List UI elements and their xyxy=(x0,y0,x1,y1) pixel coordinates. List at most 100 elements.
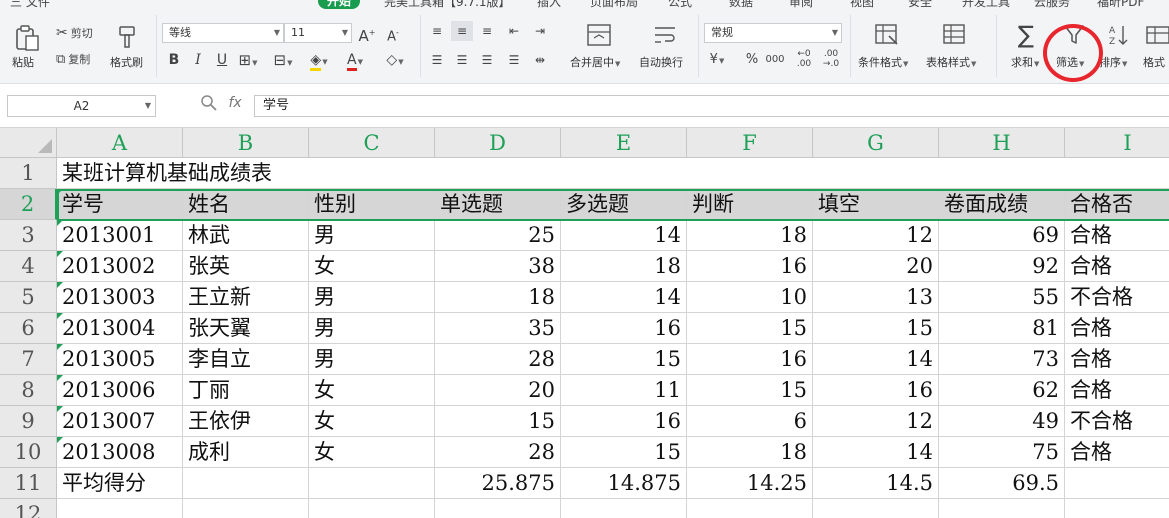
distributed-icon[interactable]: ⇹ xyxy=(529,50,551,70)
name-box[interactable]: A2 ▼ xyxy=(7,95,156,117)
indent-increase-icon[interactable]: ⇥ xyxy=(529,21,551,41)
indent-decrease-icon[interactable]: ⇤ xyxy=(503,21,525,41)
row-header-2[interactable]: 2 xyxy=(0,189,57,220)
menu-insert-tab[interactable]: 插入 xyxy=(537,0,561,9)
align-right-icon[interactable]: ☰ xyxy=(476,50,498,70)
cell-b10[interactable]: 成利 xyxy=(183,437,309,468)
zoom-search-icon[interactable] xyxy=(200,94,218,112)
align-center-icon[interactable]: ☰ xyxy=(451,50,473,70)
cell-i12[interactable] xyxy=(1065,499,1169,518)
menu-formula-tab[interactable]: 公式 xyxy=(668,0,692,9)
cell-i4[interactable]: 合格 xyxy=(1065,251,1169,282)
font-size-select[interactable]: 11 ▼ xyxy=(284,23,352,43)
cell-a8[interactable]: 2013006 xyxy=(57,375,183,406)
merge-center-button[interactable] xyxy=(584,21,614,49)
format-painter-button[interactable] xyxy=(112,23,142,51)
column-header-a[interactable]: A xyxy=(57,128,183,158)
menu-toolbox-tab[interactable]: 完美工具箱【9.7.1版】 xyxy=(384,0,511,9)
currency-icon[interactable]: ¥▼ xyxy=(706,50,728,70)
menu-developer-tab[interactable]: 开发工具 xyxy=(962,0,1010,9)
cell-b9[interactable]: 王依伊 xyxy=(183,406,309,437)
cell-b11[interactable] xyxy=(183,468,309,499)
cell-i5[interactable]: 不合格 xyxy=(1065,282,1169,313)
cell-d4[interactable]: 38 xyxy=(435,251,561,282)
column-header-i[interactable]: I xyxy=(1065,128,1169,158)
font-color-icon[interactable]: A▼ xyxy=(344,50,366,71)
bold-icon[interactable]: B xyxy=(163,50,185,70)
cell-f4[interactable]: 16 xyxy=(687,251,813,282)
menu-page-layout-tab[interactable]: 页面布局 xyxy=(590,0,638,9)
cell-e11[interactable]: 14.875 xyxy=(561,468,687,499)
menu-pdf-tab[interactable]: 福昕PDF xyxy=(1097,0,1144,9)
cell-i3[interactable]: 合格 xyxy=(1065,220,1169,251)
column-header-e[interactable]: E xyxy=(561,128,687,158)
cell-e3[interactable]: 14 xyxy=(561,220,687,251)
cell-a2[interactable]: 学号 xyxy=(57,189,183,220)
row-header-7[interactable]: 7 xyxy=(0,344,57,375)
cell-i6[interactable]: 合格 xyxy=(1065,313,1169,344)
format-button[interactable] xyxy=(1146,21,1169,49)
fill-color-icon[interactable]: ◈▼ xyxy=(308,50,330,71)
row-header-3[interactable]: 3 xyxy=(0,220,57,251)
cell-c4[interactable]: 女 xyxy=(309,251,435,282)
column-header-b[interactable]: B xyxy=(183,128,309,158)
cell-f7[interactable]: 16 xyxy=(687,344,813,375)
cell-h7[interactable]: 73 xyxy=(939,344,1065,375)
cell-h11[interactable]: 69.5 xyxy=(939,468,1065,499)
cell-h3[interactable]: 69 xyxy=(939,220,1065,251)
menu-review-tab[interactable]: 审阅 xyxy=(789,0,813,9)
row-header-5[interactable]: 5 xyxy=(0,282,57,313)
cell-h10[interactable]: 75 xyxy=(939,437,1065,468)
cell-d12[interactable] xyxy=(435,499,561,518)
cell-e9[interactable]: 16 xyxy=(561,406,687,437)
sheet-title-cell[interactable]: 某班计算机基础成绩表 xyxy=(57,158,1169,189)
cell-d6[interactable]: 35 xyxy=(435,313,561,344)
cell-c3[interactable]: 男 xyxy=(309,220,435,251)
cell-i8[interactable]: 合格 xyxy=(1065,375,1169,406)
cell-b6[interactable]: 张天翼 xyxy=(183,313,309,344)
cell-a11[interactable]: 平均得分 xyxy=(57,468,183,499)
number-format-select[interactable]: 常规 ▼ xyxy=(704,23,842,43)
cell-f10[interactable]: 18 xyxy=(687,437,813,468)
cell-a7[interactable]: 2013005 xyxy=(57,344,183,375)
increase-font-icon[interactable]: A+ xyxy=(356,23,378,45)
cell-e4[interactable]: 18 xyxy=(561,251,687,282)
cell-b4[interactable]: 张英 xyxy=(183,251,309,282)
cell-b7[interactable]: 李自立 xyxy=(183,344,309,375)
cell-a12[interactable] xyxy=(57,499,183,518)
cell-g5[interactable]: 13 xyxy=(813,282,939,313)
cell-g4[interactable]: 20 xyxy=(813,251,939,282)
cell-c7[interactable]: 男 xyxy=(309,344,435,375)
cell-c9[interactable]: 女 xyxy=(309,406,435,437)
copy-button[interactable]: ⧉ 复制 xyxy=(56,50,90,68)
cell-g2[interactable]: 填空 xyxy=(813,189,939,220)
cell-b8[interactable]: 丁丽 xyxy=(183,375,309,406)
cell-a5[interactable]: 2013003 xyxy=(57,282,183,313)
cell-b12[interactable] xyxy=(183,499,309,518)
column-header-h[interactable]: H xyxy=(939,128,1065,158)
row-header-9[interactable]: 9 xyxy=(0,406,57,437)
cell-d9[interactable]: 15 xyxy=(435,406,561,437)
select-all-corner[interactable] xyxy=(0,128,57,158)
menu-cloud-tab[interactable]: 云服务 xyxy=(1034,0,1070,9)
decrease-decimal-icon[interactable]: .00 →.0 xyxy=(820,49,842,69)
align-top-icon[interactable]: ≡ xyxy=(426,21,448,41)
fx-icon[interactable]: fx xyxy=(228,95,241,111)
cell-i10[interactable]: 合格 xyxy=(1065,437,1169,468)
cell-e5[interactable]: 14 xyxy=(561,282,687,313)
column-header-c[interactable]: C xyxy=(309,128,435,158)
cell-g12[interactable] xyxy=(813,499,939,518)
cut-button[interactable]: ✂ 剪切 xyxy=(56,24,93,42)
paste-button[interactable] xyxy=(12,23,42,53)
align-bottom-icon[interactable]: ≡ xyxy=(476,21,498,41)
cell-i9[interactable]: 不合格 xyxy=(1065,406,1169,437)
borders-icon[interactable]: ⊞▼ xyxy=(237,50,259,70)
cell-f8[interactable]: 15 xyxy=(687,375,813,406)
cell-b3[interactable]: 林武 xyxy=(183,220,309,251)
row-header-11[interactable]: 11 xyxy=(0,468,57,499)
cell-g11[interactable]: 14.5 xyxy=(813,468,939,499)
menu-home-tab[interactable]: 开始 xyxy=(318,0,361,9)
cell-style-icon[interactable]: ⊟▼ xyxy=(272,50,294,70)
cell-c11[interactable] xyxy=(309,468,435,499)
cell-h12[interactable] xyxy=(939,499,1065,518)
